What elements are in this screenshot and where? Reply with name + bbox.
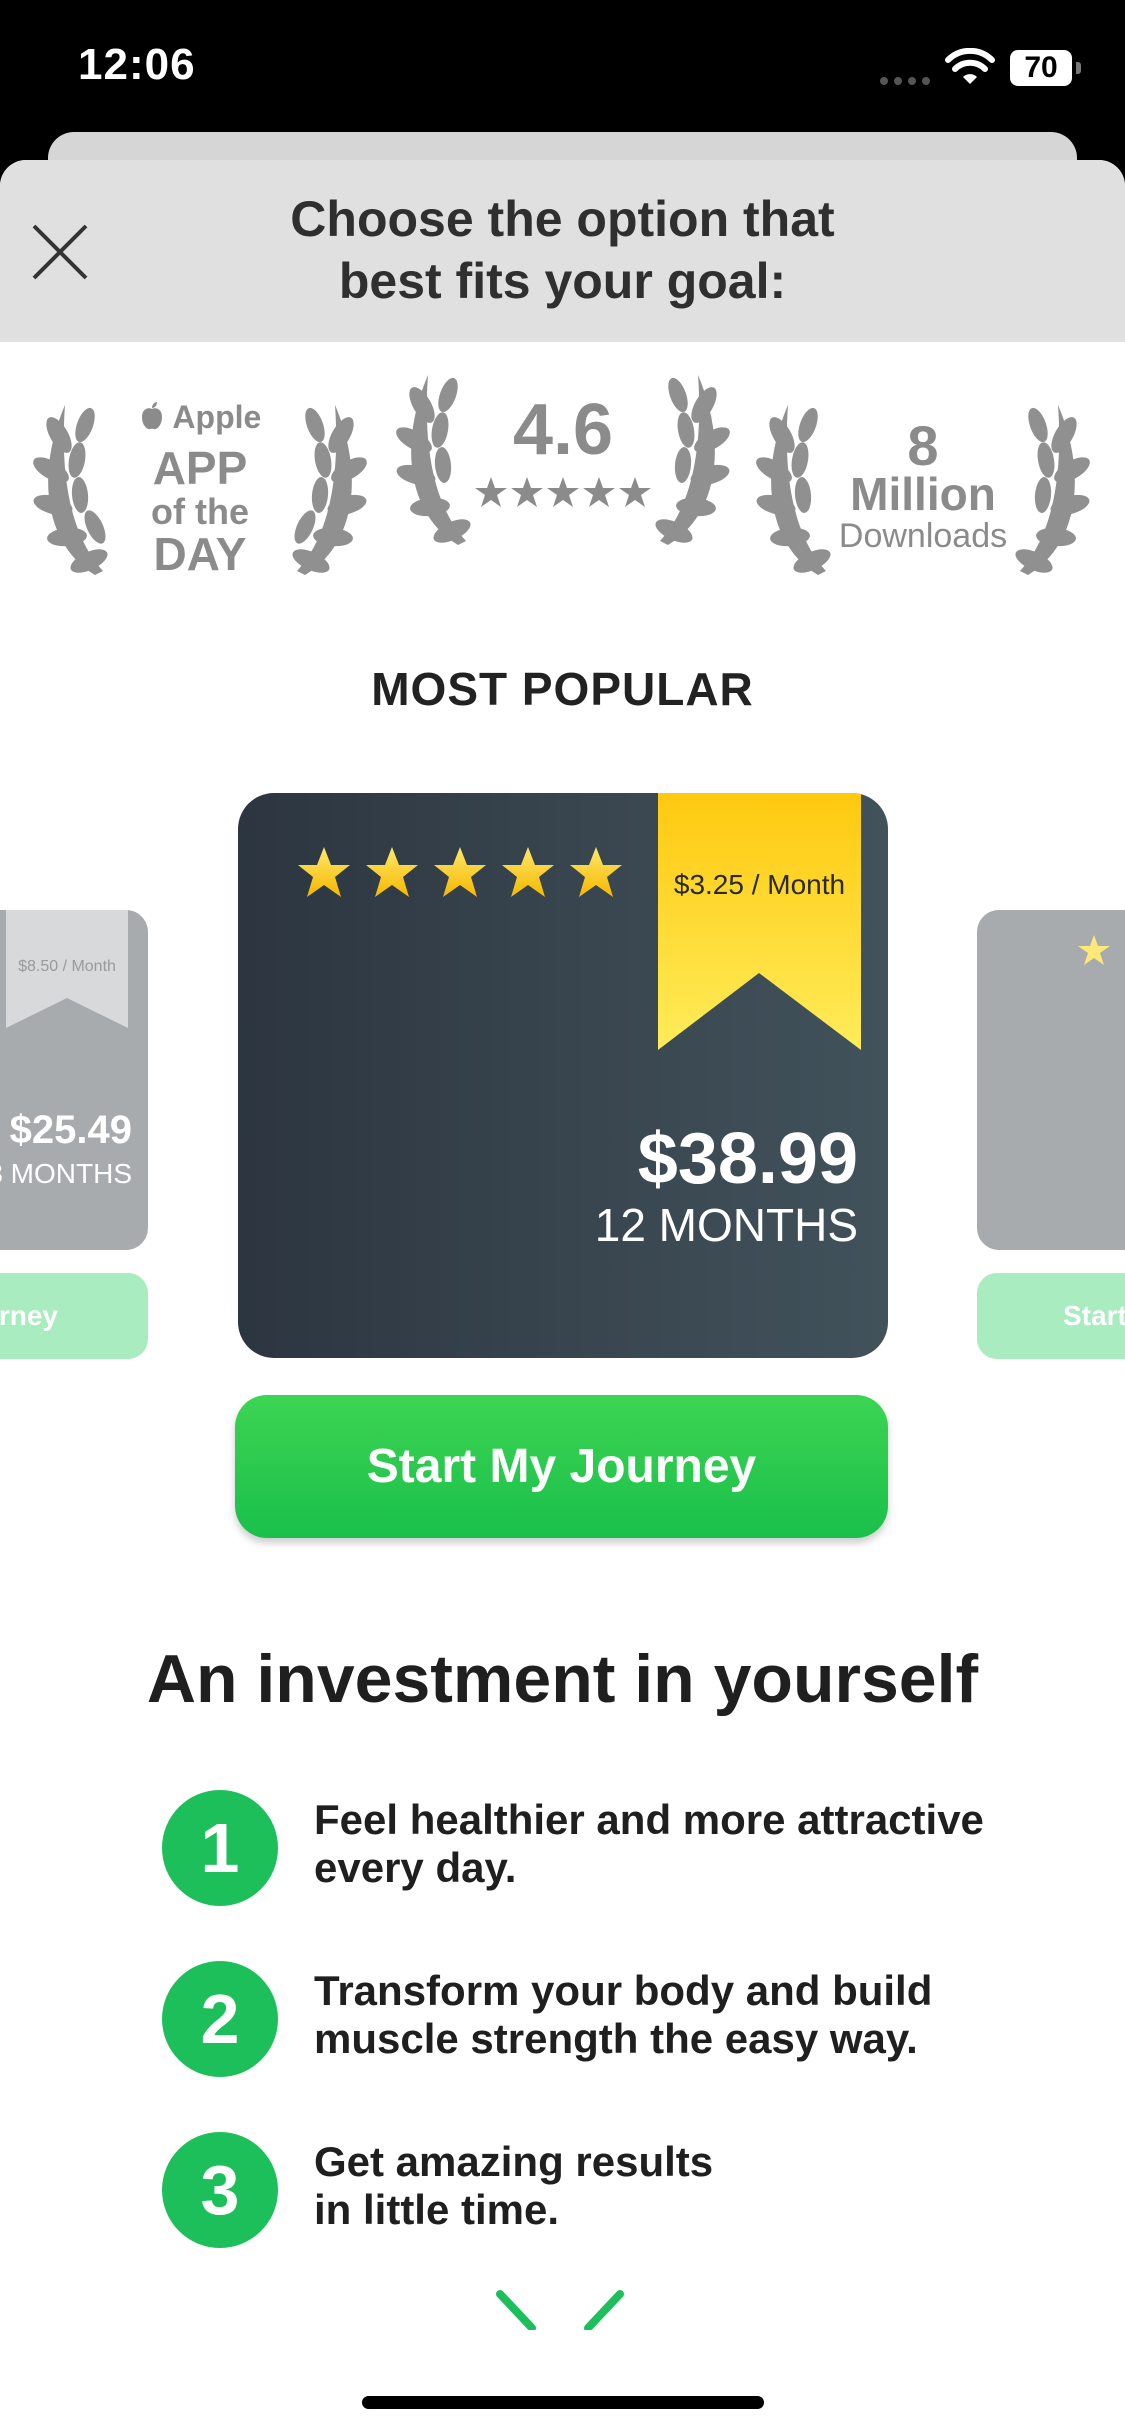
sheet-header: Choose the option that best fits your go… [0,160,1125,342]
app-of-the-day-award: Apple APP of the DAY [25,375,375,595]
status-bar: 12:06 70 [0,0,1125,135]
awards-row: Apple APP of the DAY 4.6 8 Million Downl… [0,375,1125,595]
plan-period: 3 MONTHS [0,1158,132,1189]
plan-start-button[interactable]: Start [977,1273,1125,1359]
downloads-award: 8 Million Downloads [748,375,1098,595]
benefit-text: Feel healthier and more attractive every… [314,1796,984,1891]
chevron-down-icon[interactable] [490,2290,630,2330]
rating-award: 4.6 [388,345,738,565]
status-time: 12:06 [78,40,196,89]
benefit-number-badge: 2 [162,1961,278,2077]
plan-card-12-months[interactable]: $3.25 / Month $38.99 12 MONTHS [238,793,888,1358]
paywall-sheet: Choose the option that best fits your go… [0,160,1125,2436]
plan-card-right[interactable] [977,910,1125,1250]
benefit-item: 3 Get amazing results in little time. [162,2132,1062,2252]
rating-stars-icon [475,477,651,507]
five-stars-icon [298,847,622,897]
plan-start-button[interactable]: Journey [0,1273,148,1359]
award-brand: Apple [172,399,262,435]
benefit-item: 1 Feel healthier and more attractive eve… [162,1790,1062,1910]
downloads-unit: Million [850,468,996,520]
award-line-day: DAY [153,528,247,580]
award-line-app: APP [152,442,248,494]
page-title: Choose the option that best fits your go… [290,191,835,309]
benefit-item: 2 Transform your body and build muscle s… [162,1961,1062,2081]
wifi-icon [945,48,995,84]
battery-icon: 70 [1010,50,1072,86]
ribbon-badge-icon [658,793,861,1050]
section-title: An investment in yourself [146,1641,979,1717]
star-icon [1078,935,1110,965]
plan-per-month: $3.25 / Month [673,869,846,900]
downloads-label: Downloads [838,517,1008,555]
benefit-text: Get amazing results in little time. [314,2138,714,2233]
cellular-signal-icon [880,72,936,90]
start-my-journey-button[interactable]: Start My Journey [235,1395,888,1538]
battery-tip [1076,62,1081,74]
rating-value: 4.6 [512,390,614,470]
plan-per-month: $8.50 / Month [18,958,116,975]
benefit-number-badge: 3 [162,2132,278,2248]
plan-period: 12 MONTHS [594,1199,858,1251]
close-icon[interactable] [28,220,92,284]
benefit-number-badge: 1 [162,1790,278,1906]
plan-price: $25.49 [9,1108,132,1152]
benefit-text: Transform your body and build muscle str… [314,1967,933,2062]
plan-card-3-months[interactable]: $8.50 / Month $25.49 3 MONTHS [0,910,148,1250]
home-indicator[interactable] [362,2396,764,2409]
plan-price: $38.99 [637,1119,858,1199]
most-popular-label: MOST POPULAR [371,663,754,715]
apple-logo-icon [141,402,162,430]
